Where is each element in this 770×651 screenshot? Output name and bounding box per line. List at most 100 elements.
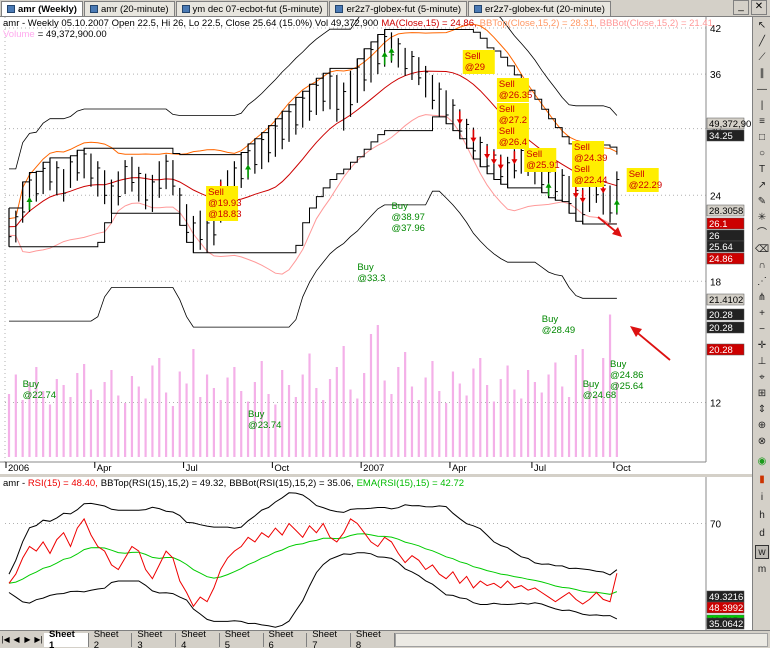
time-tick-label: Apr <box>452 463 467 474</box>
magnet-tool-icon[interactable]: ∩ <box>755 259 769 273</box>
pane-splitter[interactable] <box>0 474 752 477</box>
chart-style-icon[interactable]: ▮ <box>755 473 769 487</box>
sheet-tab-2[interactable]: Sheet 2 <box>89 629 133 651</box>
scale-tool-icon[interactable]: ⇕ <box>755 403 769 417</box>
period-month-icon[interactable]: m <box>755 563 769 577</box>
sell-callout-text: Sell <box>465 51 481 62</box>
gann-tool-icon[interactable]: ✳ <box>755 211 769 225</box>
tool-letter: w <box>758 547 766 558</box>
last-sheet-icon[interactable]: ▶| <box>33 634 44 646</box>
sheet-tab-4[interactable]: Sheet 4 <box>176 629 220 651</box>
buy-callout-text: Buy <box>391 201 408 212</box>
regression-tool-icon[interactable]: ⋰ <box>755 275 769 289</box>
cycle-tool-icon[interactable]: ⌒ <box>755 227 769 241</box>
buy-callout-text: @38.97 <box>391 212 424 223</box>
period-hour-icon[interactable]: h <box>755 509 769 523</box>
chart-icon <box>181 5 190 13</box>
price-legend-line2: Volume = 49,372,900.00 <box>3 29 107 40</box>
rsi-legend-prefix: amr - <box>3 478 28 489</box>
tab-label: amr (Weekly) <box>18 3 77 15</box>
fibonacci-tool-icon[interactable]: ≡ <box>755 115 769 129</box>
buy-callout-text: Buy <box>357 262 374 273</box>
tool-letter: m <box>757 564 767 575</box>
price-tag-text: 28.3058 <box>709 206 743 217</box>
price-tag-text: 25.64 <box>709 242 733 253</box>
time-tick-label: Jul <box>534 463 546 474</box>
sheet-tab-7[interactable]: Sheet 7 <box>307 629 351 651</box>
lock-tool-icon[interactable]: ⊗ <box>755 435 769 449</box>
minimize-icon[interactable]: _ <box>733 0 749 15</box>
legend-ohlc: amr - Weekly 05.10.2007 Open 22.5, Hi 26… <box>3 18 378 29</box>
tool-letter: i <box>760 492 764 503</box>
sheet-tab-6[interactable]: Sheet 6 <box>264 629 308 651</box>
legend-rsi: RSI(15) = 48.40, <box>28 478 98 489</box>
tool-letter: d <box>759 528 765 539</box>
sheet-tab-1[interactable]: Sheet 1 <box>43 629 89 651</box>
tab-amr-20-minute[interactable]: amr (20-minute) <box>83 1 175 16</box>
buy-callout-text: @22.74 <box>23 390 56 401</box>
chart-canvas[interactable]: Sell@29Sell@26.35Sell@27.2Sell@26.4Sell@… <box>0 17 752 630</box>
horizontal-scrollbar[interactable] <box>394 632 769 647</box>
erase-tool-icon[interactable]: ⌫ <box>755 243 769 257</box>
sheet-tab-5[interactable]: Sheet 5 <box>220 629 264 651</box>
horizontal-line-icon[interactable]: — <box>755 83 769 97</box>
next-sheet-icon[interactable]: ▶ <box>22 634 33 646</box>
tab-amr-weekly[interactable]: amr (Weekly) <box>1 1 83 16</box>
tab-er2z7-20-minute[interactable]: er2z7-globex-fut (20-minute) <box>468 1 611 16</box>
period-minute-icon[interactable]: i <box>755 491 769 505</box>
ray-tool-icon[interactable]: ⟋ <box>755 51 769 65</box>
price-tag-text: 26.1 <box>709 219 728 230</box>
measure-tool-icon[interactable]: ⊥ <box>755 355 769 369</box>
tab-er2z7-5-minute[interactable]: er2z7-globex-fut (5-minute) <box>329 1 468 16</box>
ellipse-tool-icon[interactable]: ○ <box>755 147 769 161</box>
sheet-tab-3[interactable]: Sheet 3 <box>132 629 177 651</box>
crosshair-icon[interactable]: ⌖ <box>755 371 769 385</box>
price-tick-label: 18 <box>710 277 722 288</box>
sell-callout-text: @29 <box>465 62 485 73</box>
first-sheet-icon[interactable]: |◀ <box>0 634 11 646</box>
price-tag-text: 26 <box>709 231 720 242</box>
chart-icon <box>89 5 98 13</box>
sell-callout-text: @24.39 <box>574 153 607 164</box>
legend-volume: Volume <box>3 29 35 40</box>
tab-label: er2z7-globex-fut (5-minute) <box>346 3 462 15</box>
rectangle-tool-icon[interactable]: □ <box>755 131 769 145</box>
pencil-tool-icon[interactable]: ✎ <box>755 195 769 209</box>
chart-icon <box>474 5 483 13</box>
time-tick-label: 2006 <box>8 463 29 474</box>
zoom-in-icon[interactable]: + <box>755 307 769 321</box>
text-tool-icon[interactable]: T <box>755 163 769 177</box>
cursor-cross-icon[interactable]: ✛ <box>755 339 769 353</box>
arrow-tool-icon[interactable]: ↗ <box>755 179 769 193</box>
prev-sheet-icon[interactable]: ◀ <box>11 634 22 646</box>
price-tick-label: 24 <box>710 191 722 202</box>
trendline-tool-icon[interactable]: ╱ <box>755 35 769 49</box>
snap-tool-icon[interactable]: ⊕ <box>755 419 769 433</box>
period-day-icon[interactable]: d <box>755 527 769 541</box>
rsi-tag-text: 49.3216 <box>709 592 743 603</box>
zoom-out-icon[interactable]: − <box>755 323 769 337</box>
pointer-tool-icon[interactable]: ↖ <box>755 19 769 33</box>
rsi-pane <box>0 477 752 630</box>
buy-callout-text: @33.3 <box>357 273 385 284</box>
globe-icon[interactable]: ◉ <box>755 455 769 469</box>
tab-ym-5-minute[interactable]: ym dec 07-ecbot-fut (5-minute) <box>175 1 329 16</box>
time-tick-label: Oct <box>616 463 631 474</box>
price-tag-text: 20.28 <box>709 323 733 334</box>
price-tag-text: 20.28 <box>709 310 733 321</box>
sheet-tab-8[interactable]: Sheet 8 <box>351 629 395 651</box>
buy-callout-text: Buy <box>583 379 600 390</box>
sell-callout-text: Sell <box>574 142 590 153</box>
legend-bbtop: BBTop(Close,15,2) = 28.31, <box>480 18 597 29</box>
legend-rsi-bbtop: BBTop(RSI(15),15,2) = 49.32, <box>101 478 226 489</box>
grid-toggle-icon[interactable]: ⊞ <box>755 387 769 401</box>
sell-callout-text: @26.4 <box>499 137 527 148</box>
pitchfork-tool-icon[interactable]: ⋔ <box>755 291 769 305</box>
close-icon[interactable]: ✕ <box>751 0 767 15</box>
sell-callout-text: Sell <box>499 79 515 90</box>
period-week-icon[interactable]: w <box>755 545 769 559</box>
channel-tool-icon[interactable]: ∥ <box>755 67 769 81</box>
sheet-tab-bar: |◀ ◀ ▶ ▶| Sheet 1 Sheet 2 Sheet 3 Sheet … <box>0 629 770 651</box>
time-tick-label: 2007 <box>363 463 384 474</box>
vertical-line-icon[interactable]: | <box>755 99 769 113</box>
